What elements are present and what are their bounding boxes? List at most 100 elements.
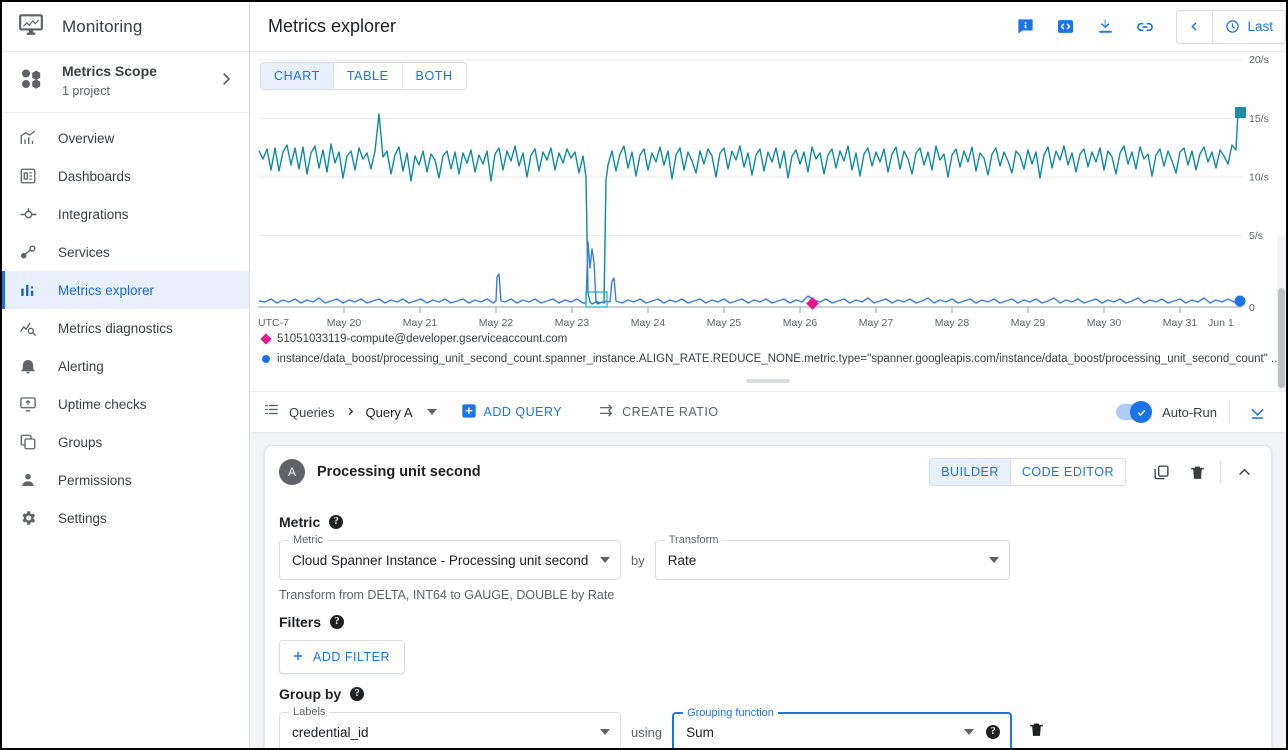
brand-header: Monitoring — [2, 2, 249, 52]
auto-run-toggle[interactable] — [1116, 401, 1153, 423]
group-by-section-heading: Group by ? — [279, 686, 1257, 702]
auto-run-label: Auto-Run — [1162, 404, 1217, 420]
tab-code-editor[interactable]: CODE EDITOR — [1009, 459, 1125, 485]
sidebar-item-label: Services — [58, 244, 110, 260]
metric-section-heading: Metric ? — [279, 514, 1257, 530]
plus-square-icon — [461, 403, 477, 422]
page-scrollbar-thumb[interactable] — [1278, 288, 1285, 388]
sidebar-item-metrics-explorer[interactable]: Metrics explorer — [2, 271, 249, 309]
sidebar-item-overview[interactable]: Overview — [2, 119, 249, 157]
sidebar-item-settings[interactable]: Settings — [2, 499, 249, 537]
chevron-down-icon[interactable] — [600, 557, 610, 563]
queries-label: Queries — [289, 404, 335, 420]
sidebar-item-permissions[interactable]: Permissions — [2, 461, 249, 499]
svg-text:May 28: May 28 — [935, 317, 970, 329]
tab-chart[interactable]: CHART — [261, 63, 333, 89]
transform-select[interactable]: Transform Rate — [654, 534, 1010, 580]
delete-icon[interactable] — [1184, 459, 1210, 485]
sidebar-item-uptime-checks[interactable]: Uptime checks — [2, 385, 249, 423]
sidebar-item-label: Metrics explorer — [58, 282, 155, 298]
svg-text:May 23: May 23 — [555, 317, 590, 329]
metric-select[interactable]: Metric Cloud Spanner Instance - Processi… — [279, 534, 621, 580]
svg-text:5/s: 5/s — [1249, 230, 1263, 242]
info-panel-icon[interactable] — [1010, 12, 1040, 42]
sidebar-item-alerting[interactable]: Alerting — [2, 347, 249, 385]
series-end-marker-teal — [1235, 107, 1246, 118]
svg-text:0: 0 — [1249, 302, 1255, 314]
code-icon[interactable] — [1050, 12, 1080, 42]
query-card-actions — [1148, 459, 1257, 485]
scope-cluster-icon — [18, 66, 46, 97]
page-header: Metrics explorer Last — [250, 2, 1286, 52]
legend-item[interactable]: instance/data_boost/processing_unit_seco… — [260, 349, 1286, 369]
help-icon[interactable]: ? — [350, 687, 365, 701]
grouping-function-select[interactable]: Grouping function Sum ? — [672, 707, 1013, 748]
sidebar-nav: Overview Dashboards Integrations Service… — [2, 113, 249, 537]
chevron-down-icon[interactable] — [426, 409, 437, 415]
add-filter-button[interactable]: ADD FILTER — [279, 640, 405, 674]
breadcrumb-separator-icon — [345, 405, 356, 420]
query-toolbar-left: Queries Query A ADD QUERY CREATE RATIO — [264, 402, 1116, 422]
collapse-card-icon[interactable] — [1231, 459, 1257, 485]
card-actions-divider — [1220, 461, 1221, 483]
query-card-header: A Processing unit second BUILDER CODE ED… — [265, 446, 1271, 498]
labels-select[interactable]: Labels credential_id — [279, 706, 621, 748]
toolbar-divider — [1229, 401, 1230, 423]
chevron-down-icon[interactable] — [964, 729, 975, 735]
page-title: Metrics explorer — [268, 16, 397, 36]
queries-list-icon[interactable] — [264, 402, 279, 422]
tab-table[interactable]: TABLE — [332, 63, 402, 89]
tab-builder[interactable]: BUILDER — [930, 459, 1010, 485]
chevron-right-icon[interactable] — [217, 70, 235, 93]
query-card-body: Metric ? Metric Cloud Spanner Instance -… — [265, 498, 1271, 748]
metric-row: Metric Cloud Spanner Instance - Processi… — [279, 534, 1257, 580]
query-selector[interactable]: Query A — [366, 405, 437, 420]
sidebar-item-services[interactable]: Services — [2, 233, 249, 271]
time-range-selector[interactable]: Last — [1213, 11, 1285, 43]
tab-both[interactable]: BOTH — [401, 63, 466, 89]
by-label: by — [631, 552, 645, 568]
app-root: Monitoring Metrics Scope 1 project Overv… — [2, 2, 1286, 748]
chevron-down-icon[interactable] — [988, 557, 999, 563]
help-icon[interactable]: ? — [330, 615, 345, 629]
sidebar-item-metrics-diagnostics[interactable]: Metrics diagnostics — [2, 309, 249, 347]
page-scrollbar[interactable] — [1277, 236, 1286, 392]
sidebar-item-dashboards[interactable]: Dashboards — [2, 157, 249, 195]
add-query-button[interactable]: ADD QUERY — [461, 403, 563, 422]
svg-text:May 29: May 29 — [1011, 317, 1046, 329]
download-icon[interactable] — [1090, 12, 1120, 42]
sidebar-item-integrations[interactable]: Integrations — [2, 195, 249, 233]
toggle-knob-check-icon — [1130, 401, 1153, 423]
duplicate-icon[interactable] — [1148, 459, 1174, 485]
metrics-scope-selector[interactable]: Metrics Scope 1 project — [2, 52, 249, 113]
metric-section-label: Metric — [279, 514, 321, 530]
legend-item[interactable]: 51051033119-compute@developer.gserviceac… — [260, 329, 1286, 349]
filters-section-label: Filters — [279, 614, 322, 630]
main-content: Metrics explorer Last CHART TABLE BOTH 2… — [250, 2, 1286, 748]
time-series-chart[interactable]: 20/s 15/s 10/s 5/s 0 UTC-7 May 20 May 21… — [250, 52, 1286, 329]
labels-field-label: Labels — [289, 706, 330, 718]
svg-text:May 25: May 25 — [707, 317, 742, 329]
help-icon[interactable]: ? — [329, 515, 344, 529]
add-filter-label: ADD FILTER — [313, 650, 390, 664]
group-by-section-label: Group by — [279, 686, 342, 702]
delete-group-by-icon[interactable] — [1028, 721, 1045, 743]
create-ratio-button[interactable]: CREATE RATIO — [598, 402, 719, 422]
collapse-panel-icon[interactable] — [1242, 397, 1272, 427]
sidebar: Monitoring Metrics Scope 1 project Overv… — [2, 2, 250, 748]
link-icon[interactable] — [1130, 12, 1160, 42]
dashboards-icon — [18, 167, 38, 185]
svg-text:May 26: May 26 — [783, 317, 818, 329]
monitoring-logo-icon — [18, 11, 44, 42]
panel-resize-handle[interactable] — [746, 379, 790, 383]
integrations-icon — [18, 205, 38, 224]
time-previous-button[interactable] — [1177, 10, 1214, 43]
transform-value: Rate — [667, 552, 697, 568]
chevron-down-icon[interactable] — [600, 729, 610, 735]
series-line-blue — [258, 241, 1241, 304]
using-label: using — [631, 724, 663, 740]
sidebar-item-label: Integrations — [58, 206, 129, 222]
sidebar-item-groups[interactable]: Groups — [2, 423, 249, 461]
help-icon[interactable]: ? — [986, 725, 1001, 739]
chart-x-ticks: UTC-7 May 20 May 21 May 22 May 23 May 24… — [258, 317, 1197, 329]
